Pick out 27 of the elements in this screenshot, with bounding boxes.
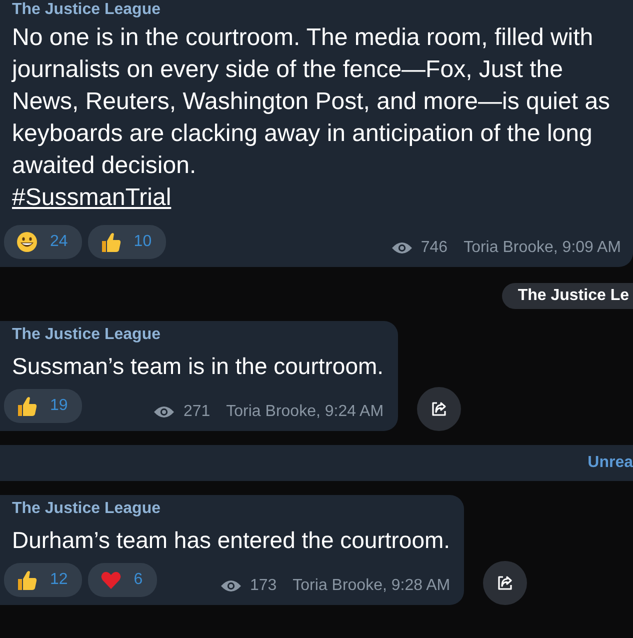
message-signature: Toria Brooke, 9:24 AM xyxy=(226,403,384,421)
view-count: 173 xyxy=(250,577,277,595)
message-text: No one is in the courtroom. The media room, filled with journalists on every side of the fence—Fox, Just the News, Reuters, Washington Post, and more—is quiet as keyboards are clacking away in anticipation of the long awaited decision. xyxy=(12,23,612,181)
message-signature: Toria Brooke, 9:09 AM xyxy=(464,239,621,257)
share-icon xyxy=(430,400,448,418)
sender-name[interactable]: The Justice League xyxy=(12,0,621,20)
message-text: Sussman’s team is in the courtroom. xyxy=(12,352,384,381)
share-button[interactable] xyxy=(483,561,528,605)
share-button[interactable] xyxy=(416,387,461,431)
eye-icon xyxy=(390,241,413,255)
view-count: 271 xyxy=(183,403,210,421)
share-icon xyxy=(496,574,514,592)
thumbs-up-icon xyxy=(100,231,122,253)
hashtag-link[interactable]: #SussmanTrial xyxy=(12,184,172,211)
unread-label: Unrea xyxy=(588,454,633,472)
message-signature: Toria Brooke, 9:28 AM xyxy=(292,577,450,595)
grinning-face-icon xyxy=(16,231,38,253)
view-count: 746 xyxy=(420,239,448,257)
sender-name[interactable]: The Justice League xyxy=(12,325,384,345)
heart-icon xyxy=(100,569,122,591)
eye-icon xyxy=(220,579,242,593)
chat-name-chip[interactable]: The Justice Le xyxy=(502,283,633,309)
message-text: Durham’s team has entered the courtroom. xyxy=(12,526,450,555)
eye-icon xyxy=(153,405,176,419)
thumbs-up-icon xyxy=(16,569,38,591)
thumbs-up-icon xyxy=(16,395,38,417)
sender-name[interactable]: The Justice League xyxy=(12,499,450,519)
